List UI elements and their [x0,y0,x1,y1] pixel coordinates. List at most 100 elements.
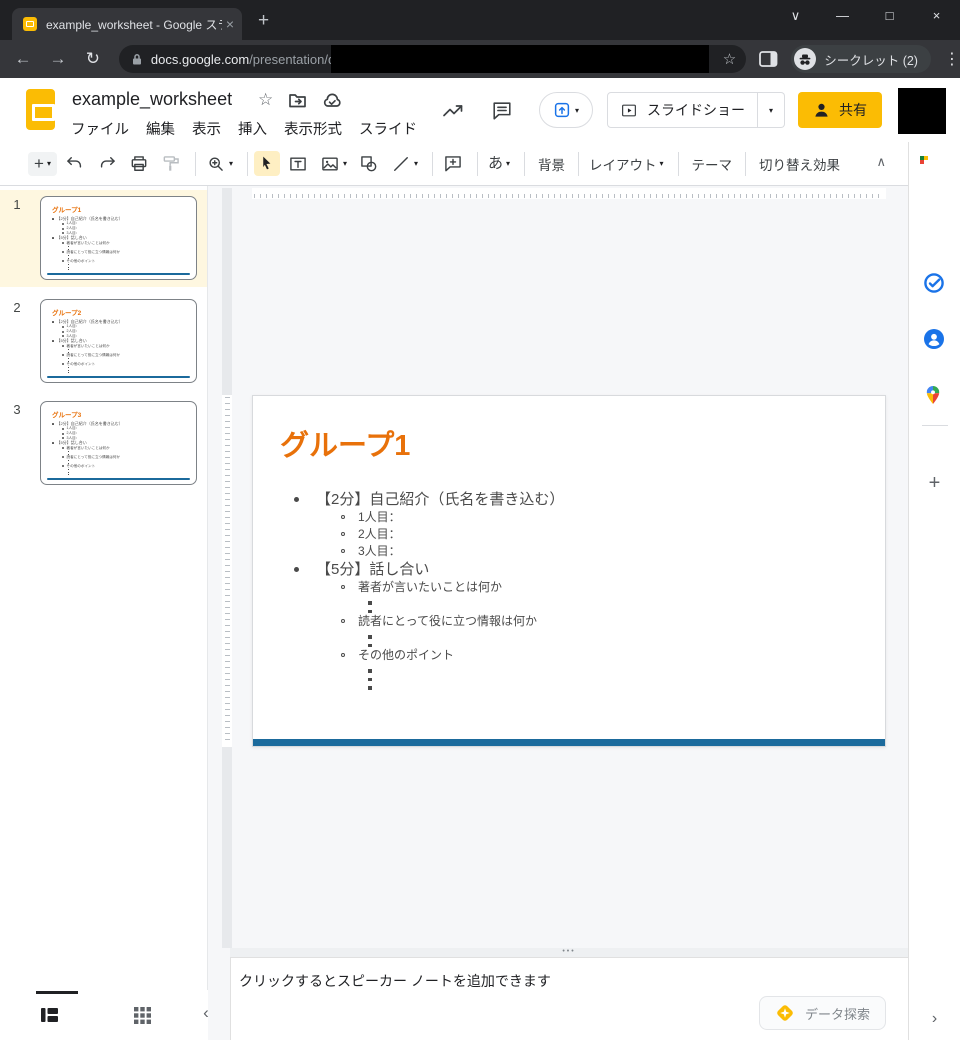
thumbnail-accent-bar [47,376,190,379]
textbox-tool-button[interactable] [284,151,312,177]
thumbnail-accent-bar [47,478,190,481]
layout-button[interactable]: レイアウト▾ [585,151,668,177]
slides-favicon-icon [23,17,37,31]
present-caret-icon[interactable]: ▾ [575,106,579,115]
calendar-icon[interactable]: 31 [924,160,944,180]
keep-icon[interactable] [924,217,944,237]
hide-side-panel-button[interactable]: › [909,1010,960,1028]
layout-caret-icon: ▾ [660,159,664,168]
address-bar[interactable]: docs.google.com /presentation/d/ ☆ [119,45,746,73]
window-maximize-icon[interactable]: □ [866,0,913,40]
menu-edit[interactable]: 編集 [146,122,175,138]
browser-menu-icon[interactable]: ⋮ [944,49,960,69]
slide-thumbnail-1[interactable]: グループ1 【2分】自己紹介（氏名を書き込む）1人目：2人目：3人目：【5分】話… [40,196,197,280]
tab-close-icon[interactable]: × [226,16,234,32]
tasks-icon[interactable] [924,273,944,293]
editor-canvas[interactable]: グループ1 【2分】自己紹介（氏名を書き込む）1人目：2人目：3人目：【5分】話… [208,186,908,950]
font-tool-button[interactable]: あ▾ [484,153,514,175]
menu-slide[interactable]: スライド [359,122,417,138]
theme-button[interactable]: テーマ [685,151,740,177]
thumbnail-body: 【2分】自己紹介（氏名を書き込む）1人目：2人目：3人目：【5分】話し合い著者が… [52,216,192,270]
lock-icon [131,53,143,66]
filmstrip-view-button[interactable] [40,1006,59,1024]
background-button[interactable]: 背景 [531,151,572,177]
menu-format[interactable]: 表示形式 [284,122,342,138]
collapse-toolbar-icon[interactable]: ∧ [876,154,886,170]
slide-accent-bar [253,739,885,746]
slides-logo-icon[interactable] [26,89,55,130]
slide-thumbnail-row[interactable]: 3 グループ3 【2分】自己紹介（氏名を書き込む）1人目：2人目：3人目：【5分… [0,395,207,492]
line-tool-button[interactable]: ▾ [387,151,422,177]
toolbar-divider [247,152,248,176]
new-tab-button[interactable]: + [258,9,269,33]
side-panel-icon[interactable] [759,51,778,67]
slide-thumbnail-row[interactable]: 1 グループ1 【2分】自己紹介（氏名を書き込む）1人目：2人目：3人目：【5分… [0,190,207,287]
url-path: /presentation/d/ [249,52,339,67]
new-slide-button[interactable]: +▾ [28,152,57,176]
activity-icon[interactable] [441,99,465,121]
slideshow-label: スライドショー [647,100,745,120]
maps-icon[interactable] [924,385,944,405]
incognito-badge[interactable]: シークレット (2) [791,45,931,73]
select-tool-button[interactable] [254,151,280,176]
cloud-saved-icon[interactable] [322,92,342,108]
browser-tab[interactable]: example_worksheet - Google スラ × [12,8,242,40]
side-panel-rail: 31 + › [908,142,960,1040]
notes-placeholder[interactable]: クリックするとスピーカー ノートを追加できます [239,971,551,991]
slide-title[interactable]: グループ1 [280,422,410,464]
toolbar-divider [578,152,579,176]
add-comment-button[interactable] [439,151,467,177]
url-host: docs.google.com [151,52,249,67]
explore-button[interactable]: データ探索 [759,996,886,1030]
share-button[interactable]: 共有 [798,92,882,128]
menu-insert[interactable]: 挿入 [238,122,267,138]
notes-resize-handle[interactable]: ••• [230,948,908,957]
move-folder-icon[interactable] [288,91,307,109]
slide-thumbnail-3[interactable]: グループ3 【2分】自己紹介（氏名を書き込む）1人目：2人目：3人目：【5分】話… [40,401,197,485]
image-tool-button[interactable]: ▾ [316,151,351,177]
redo-button[interactable] [93,151,121,177]
thumbnail-body: 【2分】自己紹介（氏名を書き込む）1人目：2人目：3人目：【5分】話し合い著者が… [52,421,192,475]
slide-body-text[interactable]: 【2分】自己紹介（氏名を書き込む）1人目：2人目：3人目：【5分】話し合い著者が… [292,490,871,690]
thumbnail-title: グループ3 [52,409,81,419]
undo-button[interactable] [61,151,89,177]
menu-view[interactable]: 表示 [192,122,221,138]
browser-urlbar: ← → ↻ docs.google.com /presentation/d/ ☆… [0,40,960,78]
bookmark-star-icon[interactable]: ☆ [723,50,736,68]
slide-number: 1 [0,197,34,212]
contacts-icon[interactable] [924,329,944,349]
get-addons-button[interactable]: + [909,472,960,495]
slide-number: 2 [0,300,34,315]
window-minimize-icon[interactable]: — [819,0,866,40]
vertical-ruler [222,188,232,948]
transition-button[interactable]: 切り替え効果 [752,151,847,177]
slideshow-caret-button[interactable]: ▾ [758,92,785,128]
current-slide[interactable]: グループ1 【2分】自己紹介（氏名を書き込む）1人目：2人目：3人目：【5分】話… [252,395,886,747]
comment-history-icon[interactable] [491,100,513,121]
reload-icon[interactable]: ↻ [81,49,105,69]
thumbnail-title: グループ1 [52,204,81,214]
grid-view-button[interactable] [134,1007,151,1024]
toolbar-divider [678,152,679,176]
shape-tool-button[interactable] [355,151,383,177]
slide-thumbnail-row[interactable]: 2 グループ2 【2分】自己紹介（氏名を書き込む）1人目：2人目：3人目：【5分… [0,293,207,390]
horizontal-ruler [252,188,886,199]
slideshow-button[interactable]: スライドショー [607,92,758,128]
document-title[interactable]: example_worksheet [72,89,232,110]
print-button[interactable] [125,151,153,177]
menu-file[interactable]: ファイル [71,122,129,138]
paint-format-button[interactable] [157,151,185,177]
zoom-button[interactable]: ▾ [202,151,237,177]
collapse-filmstrip-button[interactable]: ‹ [191,998,221,1028]
bullet-item-l3 [52,473,192,475]
back-icon[interactable]: ← [11,49,35,69]
toolbar-divider [524,152,525,176]
forward-icon[interactable]: → [46,49,70,69]
window-close-icon[interactable]: × [913,0,960,40]
speaker-notes[interactable]: クリックするとスピーカー ノートを追加できます データ探索 [230,957,908,1040]
account-avatar[interactable] [898,88,946,134]
window-menu-icon[interactable]: ∨ [772,0,819,40]
favorite-star-icon[interactable]: ☆ [258,91,273,109]
present-button[interactable]: ▾ [539,92,593,128]
slide-thumbnail-2[interactable]: グループ2 【2分】自己紹介（氏名を書き込む）1人目：2人目：3人目：【5分】話… [40,299,197,383]
